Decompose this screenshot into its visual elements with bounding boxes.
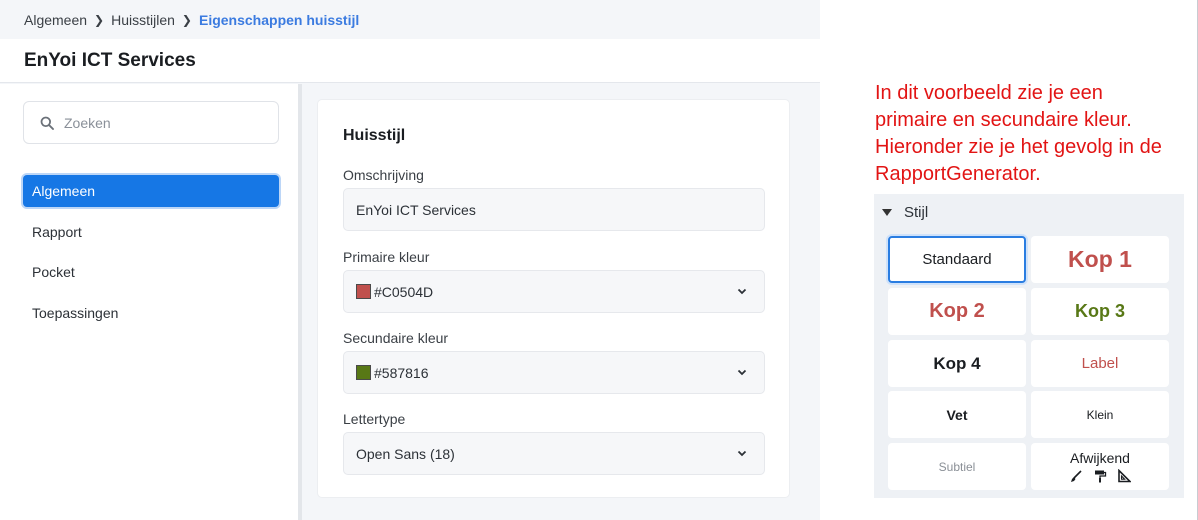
- sidebar-item-algemeen[interactable]: Algemeen: [23, 175, 279, 207]
- annotation-line: RapportGenerator.: [875, 163, 1041, 185]
- style-label: Kop 4: [933, 353, 981, 373]
- caret-down-icon: [882, 209, 892, 216]
- lettertype-value: Open Sans (18): [356, 445, 455, 462]
- chevron-down-icon: [737, 369, 747, 376]
- annotation-text: In dit voorbeeld zie je een primaire en …: [875, 80, 1195, 188]
- color-swatch: [356, 284, 371, 299]
- stijl-toggle[interactable]: Stijl: [882, 204, 928, 221]
- style-tile-klein[interactable]: Klein: [1031, 391, 1169, 438]
- search-icon: [40, 116, 54, 130]
- style-label: Label: [1081, 355, 1119, 372]
- breadcrumb-item-huisstijlen[interactable]: Huisstijlen: [111, 12, 175, 28]
- breadcrumb-item-algemeen[interactable]: Algemeen: [24, 12, 87, 28]
- style-label: Vet: [946, 406, 968, 423]
- page-title: EnYoi ICT Services: [24, 49, 196, 71]
- brush-icon[interactable]: [1069, 469, 1083, 483]
- lettertype-label: Lettertype: [343, 411, 406, 427]
- sidebar-item-toepassingen[interactable]: Toepassingen: [23, 297, 279, 329]
- afwijkend-icons: [1069, 469, 1131, 483]
- omschrijving-field[interactable]: EnYoi ICT Services: [343, 188, 765, 231]
- style-tile-vet[interactable]: Vet: [888, 391, 1026, 438]
- primaire-kleur-value: #C0504D: [374, 283, 434, 300]
- style-tile-standaard[interactable]: Standaard: [888, 236, 1026, 283]
- style-tile-label[interactable]: Label: [1031, 340, 1169, 387]
- style-label: Afwijkend: [1070, 450, 1130, 466]
- search-input[interactable]: [64, 114, 254, 131]
- omschrijving-label: Omschrijving: [343, 167, 424, 183]
- style-tile-afwijkend[interactable]: Afwijkend: [1031, 443, 1169, 490]
- sidebar-item-rapport[interactable]: Rapport: [23, 216, 279, 248]
- style-label: Kop 2: [929, 300, 985, 322]
- chevron-right-icon: ❯: [181, 12, 192, 27]
- style-tile-subtiel[interactable]: Subtiel: [888, 443, 1026, 490]
- stijl-panel: Stijl Standaard Kop 1 Kop 2 Kop 3 Kop 4 …: [874, 194, 1184, 498]
- section-title: Huisstijl: [343, 127, 406, 144]
- style-label: Kop 1: [1068, 246, 1132, 272]
- app-window: Algemeen ❯ Huisstijlen ❯ Eigenschappen h…: [0, 0, 820, 520]
- sidebar-nav: Algemeen Rapport Pocket Toepassingen: [23, 175, 279, 337]
- chevron-down-icon: [737, 288, 747, 295]
- style-label: Kop 3: [1074, 301, 1125, 321]
- paint-roller-icon[interactable]: [1093, 469, 1107, 483]
- omschrijving-value: EnYoi ICT Services: [356, 201, 476, 218]
- huisstijl-card: Huisstijl Omschrijving EnYoi ICT Service…: [318, 100, 789, 497]
- set-square-icon[interactable]: [1117, 469, 1131, 483]
- chevron-right-icon: ❯: [94, 12, 105, 27]
- sidebar-item-pocket[interactable]: Pocket: [23, 256, 279, 288]
- page-header: EnYoi ICT Services: [0, 39, 820, 83]
- style-label: Klein: [1086, 407, 1114, 422]
- breadcrumb-current: Eigenschappen huisstijl: [198, 11, 360, 28]
- stijl-title: Stijl: [904, 204, 929, 221]
- style-tile-kop2[interactable]: Kop 2: [888, 288, 1026, 335]
- secundaire-kleur-select[interactable]: #587816: [343, 351, 765, 394]
- style-label: Subtiel: [938, 459, 976, 474]
- style-tile-kop4[interactable]: Kop 4: [888, 340, 1026, 387]
- color-swatch: [356, 365, 371, 380]
- annotation-line: primaire en secundaire kleur.: [875, 109, 1132, 131]
- secundaire-kleur-value: #587816: [374, 364, 429, 381]
- style-label: Standaard: [922, 251, 992, 268]
- annotation-line: Hieronder zie je het gevolg in de: [875, 136, 1162, 158]
- style-tile-kop1[interactable]: Kop 1: [1031, 236, 1169, 283]
- annotation-line: In dit voorbeeld zie je een: [875, 82, 1103, 104]
- style-tile-kop3[interactable]: Kop 3: [1031, 288, 1169, 335]
- lettertype-select[interactable]: Open Sans (18): [343, 432, 765, 475]
- search-box[interactable]: [23, 101, 279, 144]
- primaire-kleur-select[interactable]: #C0504D: [343, 270, 765, 313]
- secundaire-kleur-label: Secundaire kleur: [343, 330, 449, 346]
- sidebar: Algemeen Rapport Pocket Toepassingen: [0, 84, 302, 520]
- breadcrumb: Algemeen ❯ Huisstijlen ❯ Eigenschappen h…: [0, 0, 820, 39]
- primaire-kleur-label: Primaire kleur: [343, 249, 430, 265]
- chevron-down-icon: [737, 450, 747, 457]
